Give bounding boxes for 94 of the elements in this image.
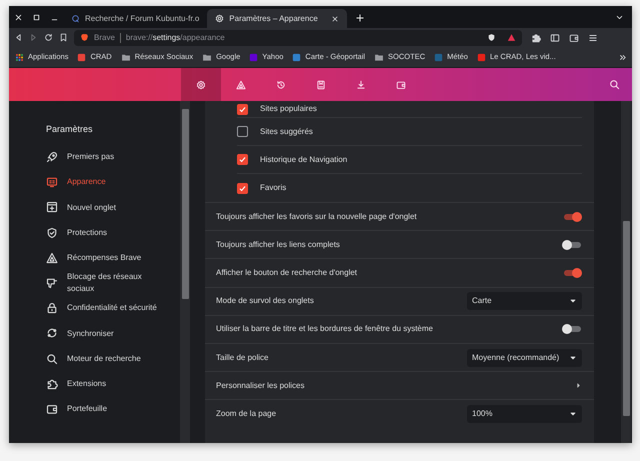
checkbox[interactable] — [237, 154, 248, 165]
setting-label: Taille de police — [216, 352, 268, 364]
site-icon — [249, 52, 258, 62]
caret-icon — [569, 410, 577, 418]
sidebar-item[interactable]: Apparence — [46, 170, 158, 195]
menu-icon[interactable] — [588, 32, 598, 42]
scrollbar-thumb[interactable] — [182, 109, 188, 299]
site-icon — [77, 52, 86, 62]
site-icon — [434, 52, 444, 62]
setting-label: Afficher le bouton de recherche d'onglet — [216, 266, 358, 279]
gear-icon — [215, 14, 224, 23]
puzzle-icon[interactable] — [531, 32, 541, 42]
sidebar-item[interactable]: Récompenses Brave — [46, 245, 158, 270]
checkbox[interactable] — [237, 126, 248, 137]
checkbox-label: Historique de Navigation — [260, 154, 348, 166]
sidebar-item[interactable]: Nouvel onglet — [46, 194, 158, 220]
maximize-icon[interactable] — [32, 12, 40, 22]
sidebar-icon[interactable] — [550, 32, 560, 42]
setting-label: Toujours afficher les liens complets — [216, 238, 340, 251]
back-icon[interactable] — [14, 33, 23, 42]
chevron-down-icon[interactable] — [615, 13, 624, 22]
browser-tab[interactable]: Paramètres – Apparence — [207, 9, 348, 28]
chevron-right-icon[interactable] — [575, 382, 582, 390]
shield-icon[interactable] — [487, 33, 496, 42]
more-bookmarks-icon[interactable] — [619, 54, 626, 60]
settings-link-row[interactable]: Personnaliser les polices — [205, 371, 594, 400]
apps-icon — [15, 52, 24, 62]
wallet-icon — [46, 402, 58, 415]
nav-tab[interactable] — [181, 68, 221, 101]
triangle-icon — [236, 80, 246, 90]
bookmark-icon[interactable] — [59, 33, 68, 42]
new-tab-icon — [46, 201, 58, 214]
rocket-icon — [46, 151, 58, 164]
folder-icon — [374, 52, 384, 62]
sidebar-item[interactable]: Synchroniser — [46, 320, 158, 346]
setting-label: Mode de survol des onglets — [216, 295, 314, 308]
sidebar-item[interactable]: Portefeuille — [46, 396, 158, 422]
wallet-icon — [396, 80, 406, 90]
setting-label: Personnaliser les polices — [216, 380, 304, 392]
url-text: brave://settings/appearance — [126, 32, 226, 44]
checkbox-label: Sites suggérés — [260, 126, 313, 138]
bookmark-icon — [316, 80, 326, 90]
dropdown[interactable]: 100% — [467, 404, 582, 423]
sidebar-item[interactable]: Protections — [46, 220, 158, 246]
triangle-icon[interactable] — [507, 33, 516, 42]
sidebar-title: Paramètres — [46, 123, 94, 136]
browser-tab[interactable]: Recherche / Forum Kubuntu-fr.o — [63, 9, 208, 28]
screen-icon — [46, 176, 58, 188]
sync-icon — [46, 327, 58, 340]
thumbs-down-icon — [46, 277, 58, 290]
sidebar-item[interactable]: Confidentialité et sécurité — [46, 296, 158, 321]
toggle-switch[interactable] — [562, 268, 582, 278]
dropdown[interactable]: Moyenne (recommandé) — [467, 348, 582, 367]
toggle-switch[interactable] — [562, 212, 582, 222]
download-icon — [356, 80, 366, 90]
site-icon — [476, 52, 486, 62]
sidebar-item[interactable]: Blocage des réseaux sociaux — [46, 270, 158, 296]
wallet-icon[interactable] — [569, 32, 579, 42]
close-icon[interactable] — [14, 12, 22, 22]
puzzle-icon — [46, 378, 58, 390]
plus-icon[interactable] — [355, 13, 366, 23]
sidebar-item[interactable]: Moteur de recherche — [46, 346, 158, 372]
checkbox[interactable] — [237, 104, 248, 114]
checkbox-label: Favoris — [260, 182, 286, 194]
checkbox[interactable] — [237, 182, 248, 194]
close-icon[interactable] — [331, 14, 340, 22]
reload-icon[interactable] — [44, 33, 53, 42]
gear-icon — [196, 80, 206, 90]
sidebar-item[interactable]: Extensions — [46, 371, 158, 396]
caret-icon — [569, 297, 577, 306]
checkbox-label: Sites populaires — [260, 103, 317, 115]
setting-label: Utiliser la barre de titre et les bordures de fenêtre du système — [216, 323, 433, 336]
site-label: Brave — [94, 32, 115, 44]
setting-label: Toujours afficher les favoris sur la nouvelle page d'onglet — [216, 210, 417, 223]
site-icon — [292, 52, 302, 62]
folder-icon — [120, 52, 131, 62]
caret-icon — [569, 354, 577, 362]
shield-icon — [46, 226, 58, 239]
scrollbar-thumb[interactable] — [622, 221, 630, 416]
triangle-icon — [46, 252, 58, 264]
address-bar[interactable]: Brave brave://settings/appearance — [74, 30, 522, 46]
search-icon[interactable] — [609, 79, 620, 90]
toggle-switch[interactable] — [562, 240, 582, 250]
search-icon — [46, 352, 58, 365]
lock-icon — [46, 302, 58, 314]
setting-label: Zoom de la page — [216, 408, 276, 420]
sidebar-item[interactable]: Premiers pas — [46, 144, 158, 170]
toggle-switch[interactable] — [562, 324, 582, 334]
forward-icon[interactable] — [29, 33, 38, 42]
lion-icon — [80, 33, 89, 42]
forum-icon — [71, 14, 80, 23]
history-icon — [276, 80, 286, 90]
dropdown[interactable]: Carte — [467, 292, 582, 310]
folder-icon — [202, 52, 212, 62]
